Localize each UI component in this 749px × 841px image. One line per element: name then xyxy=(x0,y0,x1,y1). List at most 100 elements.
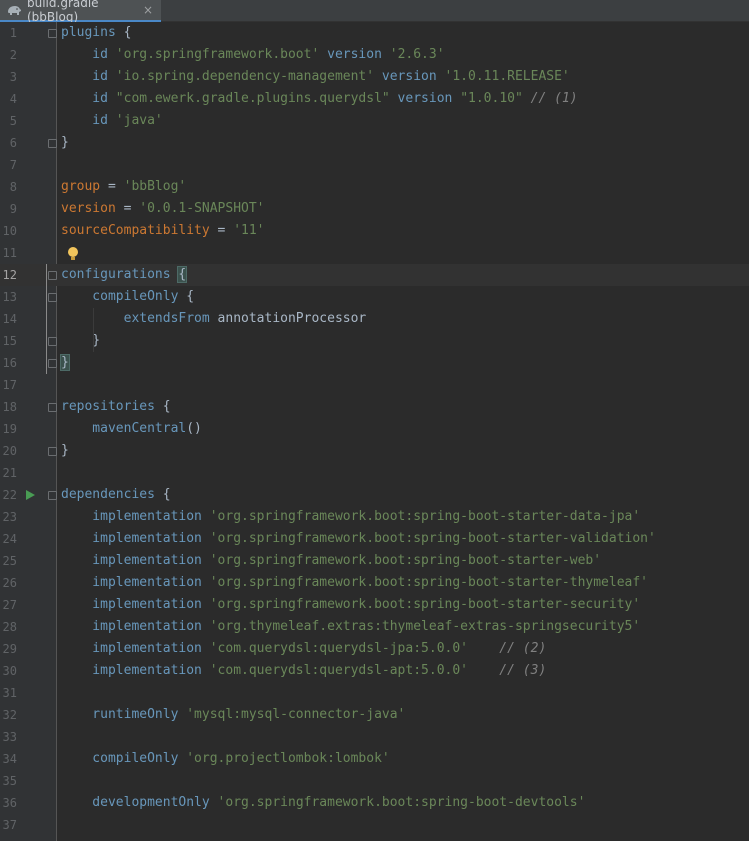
code-line[interactable]: 20} xyxy=(0,440,749,462)
fold-marker-icon[interactable] xyxy=(48,293,57,302)
fold-marker-icon[interactable] xyxy=(48,337,57,346)
code-line[interactable]: 4 id "com.ewerk.gradle.plugins.querydsl"… xyxy=(0,88,749,110)
line-number: 27 xyxy=(2,598,17,612)
code-line[interactable]: 15 } xyxy=(0,330,749,352)
code-line[interactable]: 5 id 'java' xyxy=(0,110,749,132)
line-number: 21 xyxy=(2,466,17,480)
code-line[interactable]: 32 runtimeOnly 'mysql:mysql-connector-ja… xyxy=(0,704,749,726)
line-number: 25 xyxy=(2,554,17,568)
code-token: extendsFrom xyxy=(61,311,210,326)
tab-build-gradle[interactable]: build.gradle (bbBlog) × xyxy=(0,0,161,24)
code-line[interactable]: 2 id 'org.springframework.boot' version … xyxy=(0,44,749,66)
code-token: annotationProcessor xyxy=(209,311,367,326)
code-token: } xyxy=(61,135,69,150)
code-token: () xyxy=(186,421,202,436)
code-token: implementation xyxy=(61,553,210,568)
code-editor[interactable]: 1 plugins {2 id 'org.springframework.boot… xyxy=(0,22,749,841)
code-text: id 'org.springframework.boot' version '2… xyxy=(61,44,445,66)
code-text: implementation 'org.springframework.boot… xyxy=(61,528,656,550)
code-line[interactable]: 36 developmentOnly 'org.springframework.… xyxy=(0,792,749,814)
fold-marker-icon[interactable] xyxy=(48,491,57,500)
code-string: 'mysql:mysql-connector-java' xyxy=(186,707,406,722)
code-token: = xyxy=(209,223,234,238)
code-line[interactable]: 11 xyxy=(0,242,749,264)
code-line[interactable]: 16} xyxy=(0,352,749,374)
line-number: 6 xyxy=(9,136,17,150)
code-token: id xyxy=(61,91,116,106)
code-line[interactable]: 22 dependencies { xyxy=(0,484,749,506)
code-line[interactable]: 13 compileOnly { xyxy=(0,286,749,308)
code-token: version xyxy=(319,47,390,62)
code-line[interactable]: 3 id 'io.spring.dependency-management' v… xyxy=(0,66,749,88)
fold-marker-icon[interactable] xyxy=(48,403,57,412)
code-line[interactable]: 33 xyxy=(0,726,749,748)
fold-marker-icon[interactable] xyxy=(48,271,57,280)
line-number: 9 xyxy=(9,202,17,216)
lightbulb-icon[interactable] xyxy=(68,247,78,257)
code-text: id "com.ewerk.gradle.plugins.querydsl" v… xyxy=(61,88,577,110)
line-number: 26 xyxy=(2,576,17,590)
code-line[interactable]: 35 xyxy=(0,770,749,792)
code-token: = xyxy=(115,201,140,216)
code-token: developmentOnly xyxy=(61,795,218,810)
code-line[interactable]: 30 implementation 'com.querydsl:querydsl… xyxy=(0,660,749,682)
code-line[interactable]: 9 version = '0.0.1-SNAPSHOT' xyxy=(0,198,749,220)
code-line[interactable]: 17 xyxy=(0,374,749,396)
code-text: compileOnly 'org.projectlombok:lombok' xyxy=(61,748,389,770)
code-token: implementation xyxy=(61,597,210,612)
line-number: 14 xyxy=(2,312,17,326)
code-line[interactable]: 10 sourceCompatibility = '11' xyxy=(0,220,749,242)
code-line[interactable]: 28 implementation 'org.thymeleaf.extras:… xyxy=(0,616,749,638)
code-line[interactable]: 7 xyxy=(0,154,749,176)
fold-marker-icon[interactable] xyxy=(48,139,57,148)
code-token: } xyxy=(61,443,69,458)
code-line[interactable]: 27 implementation 'org.springframework.b… xyxy=(0,594,749,616)
code-line[interactable]: 37 xyxy=(0,814,749,836)
close-icon[interactable]: × xyxy=(143,3,153,17)
code-string: 'org.thymeleaf.extras:thymeleaf-extras-s… xyxy=(209,619,641,634)
code-line[interactable]: 29 implementation 'com.querydsl:querydsl… xyxy=(0,638,749,660)
code-line[interactable]: 26 implementation 'org.springframework.b… xyxy=(0,572,749,594)
fold-marker-icon[interactable] xyxy=(48,29,57,38)
code-line[interactable]: 1 plugins { xyxy=(0,22,749,44)
code-line[interactable]: 25 implementation 'org.springframework.b… xyxy=(0,550,749,572)
code-token: mavenCentral xyxy=(61,421,187,436)
code-line[interactable]: 14 extendsFrom annotationProcessor xyxy=(0,308,749,330)
line-number: 18 xyxy=(2,400,17,414)
code-line[interactable]: 34 compileOnly 'org.projectlombok:lombok… xyxy=(0,748,749,770)
code-text: sourceCompatibility = '11' xyxy=(61,220,265,242)
code-text: implementation 'org.springframework.boot… xyxy=(61,594,640,616)
line-number: 11 xyxy=(2,246,17,260)
code-line[interactable]: 21 xyxy=(0,462,749,484)
code-text: implementation 'org.springframework.boot… xyxy=(61,572,648,594)
run-icon[interactable] xyxy=(26,490,35,500)
code-line[interactable]: 18 repositories { xyxy=(0,396,749,418)
code-line[interactable]: 31 xyxy=(0,682,749,704)
code-string: 'org.springframework.boot:spring-boot-de… xyxy=(217,795,586,810)
code-text: compileOnly { xyxy=(61,286,194,308)
code-string: 'java' xyxy=(115,113,163,128)
code-string: 'org.springframework.boot:spring-boot-st… xyxy=(209,575,649,590)
code-line[interactable]: 23 implementation 'org.springframework.b… xyxy=(0,506,749,528)
scope-indicator xyxy=(46,264,47,374)
code-line[interactable]: 8 group = 'bbBlog' xyxy=(0,176,749,198)
code-token: id xyxy=(61,69,116,84)
indent-guide xyxy=(93,308,94,352)
code-token: } xyxy=(60,354,70,371)
fold-marker-icon[interactable] xyxy=(48,447,57,456)
code-text: implementation 'org.thymeleaf.extras:thy… xyxy=(61,616,640,638)
fold-marker-icon[interactable] xyxy=(48,359,57,368)
line-number: 28 xyxy=(2,620,17,634)
code-string: 'com.querydsl:querydsl-jpa:5.0.0' xyxy=(209,641,468,656)
code-text: repositories { xyxy=(61,396,171,418)
code-token: implementation xyxy=(61,575,210,590)
line-number: 7 xyxy=(9,158,17,172)
code-string: '2.6.3' xyxy=(389,47,445,62)
code-line[interactable]: 6} xyxy=(0,132,749,154)
code-line[interactable]: 12 configurations { xyxy=(0,264,749,286)
code-text: id 'io.spring.dependency-management' ver… xyxy=(61,66,569,88)
code-line[interactable]: 19 mavenCentral() xyxy=(0,418,749,440)
code-line[interactable]: 24 implementation 'org.springframework.b… xyxy=(0,528,749,550)
line-number: 1 xyxy=(9,26,17,40)
code-text: id 'java' xyxy=(61,110,163,132)
